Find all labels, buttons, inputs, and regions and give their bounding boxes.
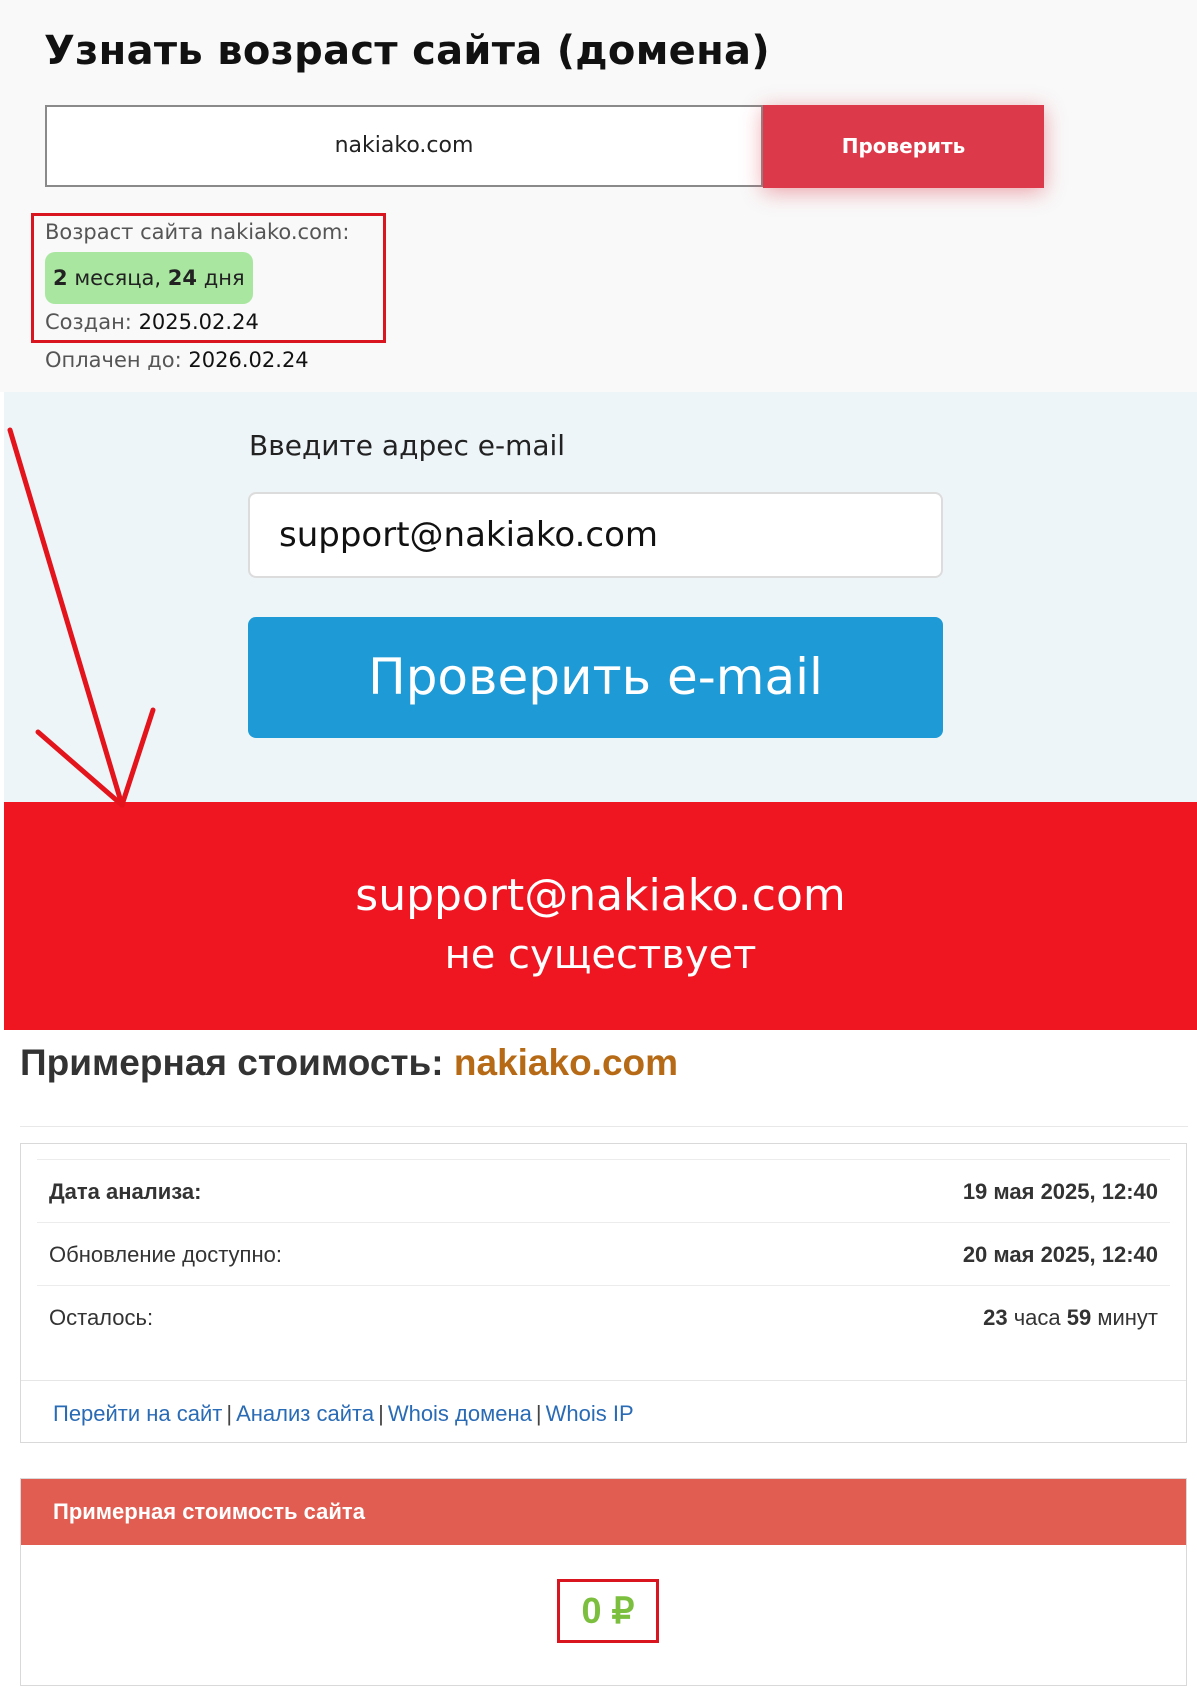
page-title: Узнать возраст сайта (домена) — [44, 28, 770, 74]
update-available-value: 20 мая 2025, 12:40 — [962, 1242, 1158, 1267]
remaining-label: Осталось: — [49, 1305, 154, 1330]
check-email-button[interactable]: Проверить e-mail — [248, 617, 943, 738]
domain-age-section: Узнать возраст сайта (домена) nakiako.co… — [0, 0, 1197, 392]
site-value-panel: Примерная стоимость сайта 0 ₽ — [20, 1478, 1187, 1686]
site-value-amount: 0 ₽ — [581, 1590, 635, 1631]
banner-status: не существует — [444, 932, 757, 978]
age-badge: 2 месяца, 24 дня — [45, 252, 253, 304]
created-date-line: Создан: 2025.02.24 — [45, 310, 259, 334]
table-row: Обновление доступно: 20 мая 2025, 12:40 — [37, 1222, 1170, 1285]
whois-ip-link[interactable]: Whois IP — [546, 1401, 634, 1426]
site-analysis-link[interactable]: Анализ сайта — [236, 1401, 374, 1426]
links-footer: Перейти на сайт | Анализ сайта | Whois домен… — [21, 1380, 1186, 1443]
whois-domain-link[interactable]: Whois домена — [388, 1401, 532, 1426]
site-value-header: Примерная стоимость сайта — [21, 1479, 1186, 1545]
age-days-number: 24 — [167, 266, 198, 290]
table-row: Осталось: 23 часа 59 минут — [37, 1285, 1170, 1348]
price-title: Примерная стоимость: nakiako.com — [20, 1042, 678, 1084]
paid-until-line: Оплачен до: 2026.02.24 — [45, 348, 309, 372]
go-to-site-link[interactable]: Перейти на сайт — [53, 1401, 222, 1426]
remaining-hours-word: часа — [1013, 1305, 1061, 1330]
highlight-box: 0 ₽ — [557, 1579, 659, 1643]
age-days-word: дня — [203, 266, 245, 290]
update-available-label: Обновление доступно: — [49, 1242, 282, 1267]
age-months-word: месяца, — [74, 266, 162, 290]
check-domain-button[interactable]: Проверить — [763, 105, 1044, 188]
analysis-info-panel: Дата анализа: 19 мая 2025, 12:40 Обновле… — [20, 1143, 1187, 1443]
created-value: 2025.02.24 — [138, 310, 259, 334]
remaining-minutes-word: минут — [1097, 1305, 1158, 1330]
table-row: Дата анализа: 19 мая 2025, 12:40 — [37, 1159, 1170, 1222]
price-title-prefix: Примерная стоимость: — [20, 1042, 444, 1083]
age-months-number: 2 — [53, 266, 68, 290]
banner-email: support@nakiako.com — [355, 870, 846, 921]
price-title-domain: nakiako.com — [453, 1042, 679, 1083]
domain-input[interactable]: nakiako.com — [45, 105, 763, 187]
email-heading: Введите адрес e-mail — [249, 429, 566, 462]
link-separator: | — [226, 1401, 233, 1426]
age-result-label: Возраст сайта nakiako.com: — [45, 220, 350, 244]
annotation-arrow-icon — [7, 427, 156, 808]
link-separator: | — [535, 1401, 542, 1426]
email-input[interactable]: support@nakiako.com — [248, 492, 943, 578]
links-bar: Перейти на сайт | Анализ сайта | Whois домен… — [53, 1401, 634, 1427]
link-separator: | — [378, 1401, 384, 1426]
remaining-value: 23 часа 59 минут — [983, 1305, 1158, 1331]
analysis-date-label: Дата анализа: — [49, 1179, 202, 1204]
remaining-minutes-number: 59 — [1066, 1305, 1092, 1330]
paid-value: 2026.02.24 — [188, 348, 309, 372]
divider — [20, 1126, 1188, 1127]
created-label: Создан: — [45, 310, 132, 334]
analysis-date-value: 19 мая 2025, 12:40 — [962, 1179, 1158, 1204]
remaining-hours-number: 23 — [983, 1305, 1008, 1330]
paid-label: Оплачен до: — [45, 348, 182, 372]
